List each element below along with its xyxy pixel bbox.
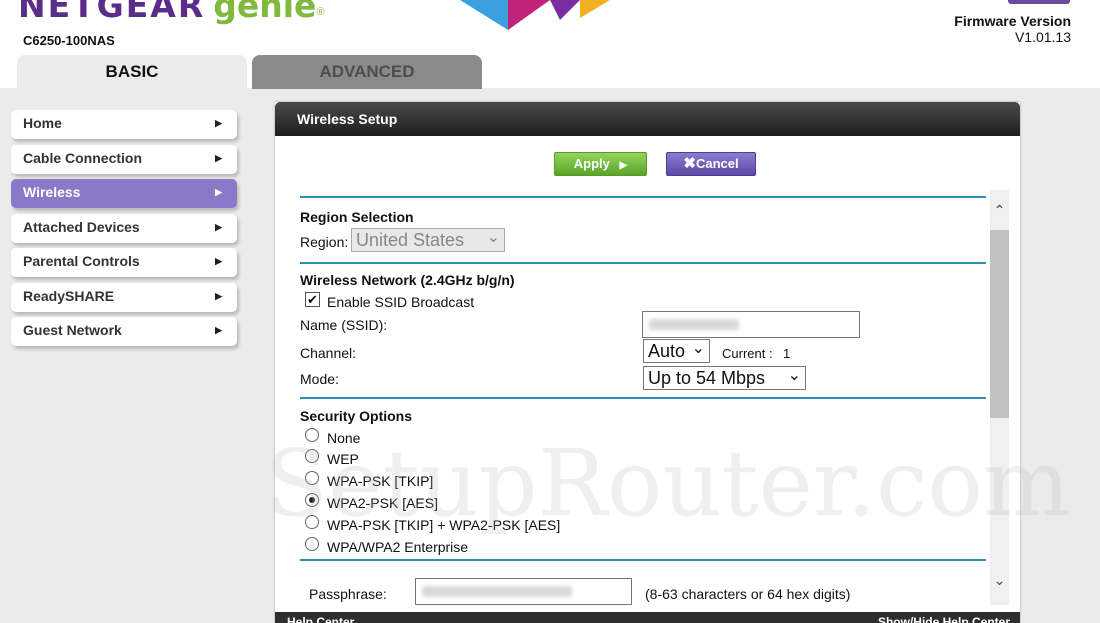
top-button-edge[interactable]	[1008, 0, 1070, 4]
region-heading: Region Selection	[300, 209, 414, 225]
scroll-down-icon[interactable]: ⌄	[992, 572, 1007, 589]
tab-advanced[interactable]: ADVANCED	[252, 55, 482, 89]
brand-name: NETGEAR	[18, 0, 206, 25]
chevron-right-icon: ▶	[215, 153, 222, 163]
security-option-label: WEP	[327, 451, 359, 467]
region-label: Region:	[300, 234, 349, 250]
security-wpa-wpa2-mixed-radio[interactable]	[305, 515, 319, 529]
firmware-label: Firmware Version	[954, 13, 1071, 29]
passphrase-value-redacted	[422, 586, 572, 597]
chevron-down-icon: ⌄	[486, 229, 500, 246]
chevron-right-icon: ▶	[215, 256, 222, 266]
mode-label: Mode:	[300, 371, 339, 387]
security-wpa2-psk-aes-radio[interactable]	[305, 493, 319, 507]
tab-basic[interactable]: BASIC	[17, 55, 247, 89]
region-value: United States	[356, 230, 465, 250]
sidebar-item-label: ReadySHARE	[23, 288, 115, 304]
sidebar-item-wireless[interactable]: Wireless ▶	[11, 179, 237, 208]
chevron-right-icon: ▶	[215, 187, 222, 197]
channel-label: Channel:	[300, 345, 357, 361]
netgear-genie-logo: NETGEAR genie®	[18, 0, 325, 25]
help-center-bar: Help Center Show/Hide Help Center	[275, 612, 1020, 623]
section-divider	[300, 559, 986, 561]
security-option-label: WPA-PSK [TKIP]	[327, 473, 434, 489]
channel-select[interactable]: Auto ⌄	[643, 339, 710, 363]
scroll-up-icon[interactable]: ⌃	[992, 202, 1007, 219]
security-none-radio[interactable]	[305, 428, 319, 442]
cancel-button[interactable]: ✖Cancel	[666, 152, 756, 176]
genie-logo-graphic	[460, 0, 610, 30]
region-select[interactable]: United States ⌄	[351, 228, 505, 252]
security-wep-radio[interactable]	[305, 449, 319, 463]
model-number: C6250-100NAS	[23, 33, 115, 48]
sidebar-item-label: Cable Connection	[23, 150, 143, 166]
play-icon: ▶	[619, 160, 628, 171]
sidebar-item-readyshare[interactable]: ReadySHARE ▶	[11, 283, 237, 312]
sidebar-item-guest-network[interactable]: Guest Network ▶	[11, 317, 237, 346]
mode-select[interactable]: Up to 54 Mbps ⌄	[643, 366, 806, 390]
section-divider	[300, 262, 986, 264]
firmware-version: V1.01.13	[1014, 29, 1071, 45]
section-divider	[300, 196, 986, 198]
security-enterprise-radio[interactable]	[305, 537, 319, 551]
wireless-network-heading: Wireless Network (2.4GHz b/g/n)	[300, 272, 515, 288]
apply-label: Apply	[573, 156, 610, 171]
passphrase-input[interactable]	[415, 578, 632, 605]
brand-product: genie	[213, 0, 317, 25]
sidebar-item-label: Guest Network	[23, 322, 122, 338]
scrollbar-thumb[interactable]	[990, 230, 1009, 418]
ssid-label: Name (SSID):	[300, 317, 388, 333]
section-divider	[300, 397, 986, 399]
sidebar-item-home[interactable]: Home ▶	[11, 110, 237, 139]
chevron-down-icon: ⌄	[787, 367, 801, 384]
close-icon: ✖	[683, 155, 696, 172]
settings-content: Region Selection Region: United States ⌄…	[300, 190, 986, 605]
chevron-right-icon: ▶	[215, 325, 222, 335]
sidebar-item-label: Attached Devices	[23, 219, 140, 235]
passphrase-label: Passphrase:	[309, 586, 387, 602]
security-wpa-psk-tkip-radio[interactable]	[305, 471, 319, 485]
security-option-label: None	[327, 430, 361, 446]
show-hide-help-link[interactable]: Show/Hide Help Center	[878, 615, 1010, 623]
security-option-label: WPA/WPA2 Enterprise	[327, 539, 469, 555]
security-option-label: WPA2-PSK [AES]	[327, 495, 438, 511]
content-scrollbar[interactable]: ⌃ ⌄	[990, 190, 1009, 605]
current-channel-label: Current :	[722, 346, 773, 361]
security-options-heading: Security Options	[300, 408, 413, 424]
mode-value: Up to 54 Mbps	[648, 368, 766, 388]
sidebar-item-parental-controls[interactable]: Parental Controls ▶	[11, 248, 237, 277]
panel-title: Wireless Setup	[275, 102, 1020, 136]
sidebar-item-cable-connection[interactable]: Cable Connection ▶	[11, 145, 237, 174]
wireless-setup-panel: Wireless Setup Apply ▶ ✖Cancel Region Se…	[275, 102, 1020, 623]
sidebar-item-label: Home	[23, 115, 62, 131]
sidebar-item-attached-devices[interactable]: Attached Devices ▶	[11, 214, 237, 243]
cancel-label: Cancel	[695, 156, 739, 171]
chevron-right-icon: ▶	[215, 291, 222, 301]
passphrase-hint: (8-63 characters or 64 hex digits)	[645, 586, 851, 602]
channel-value: Auto	[648, 341, 686, 361]
ssid-value-redacted	[649, 319, 739, 330]
security-option-label: WPA-PSK [TKIP] + WPA2-PSK [AES]	[327, 517, 561, 533]
help-center-link[interactable]: Help Center	[287, 615, 354, 623]
ssid-broadcast-label: Enable SSID Broadcast	[327, 294, 475, 310]
chevron-right-icon: ▶	[215, 222, 222, 232]
sidebar-item-label: Wireless	[23, 184, 81, 200]
chevron-down-icon: ⌄	[691, 340, 705, 357]
chevron-right-icon: ▶	[215, 118, 222, 128]
ssid-broadcast-checkbox[interactable]: ✔	[305, 292, 320, 307]
current-channel-value: 1	[783, 346, 791, 361]
ssid-input[interactable]	[642, 311, 860, 338]
apply-button[interactable]: Apply ▶	[554, 152, 647, 176]
registered-mark: ®	[316, 6, 325, 18]
sidebar-item-label: Parental Controls	[23, 253, 140, 269]
